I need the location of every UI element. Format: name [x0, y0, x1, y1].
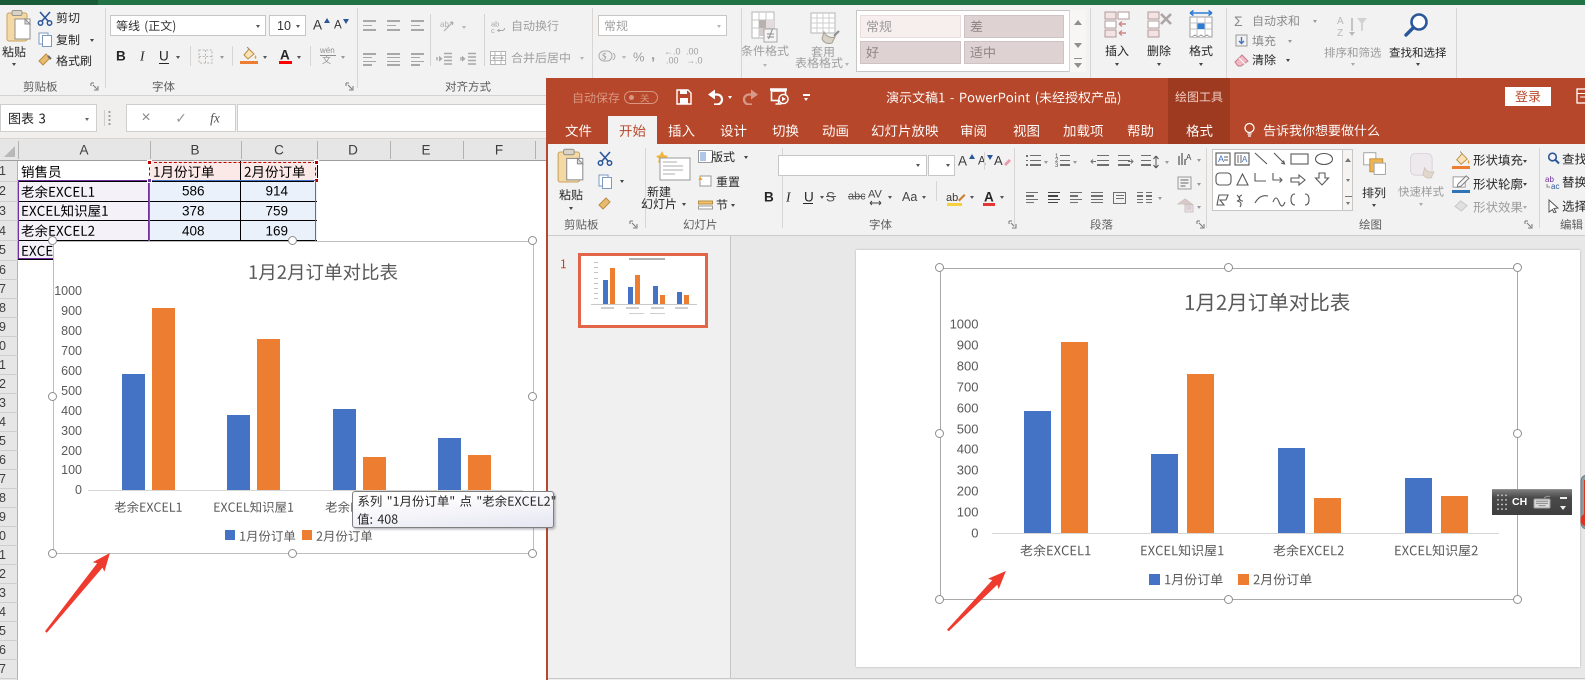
svg-text:$: $ — [602, 52, 607, 62]
svg-text:Z: Z — [1337, 28, 1343, 38]
svg-text:c: c — [491, 26, 495, 33]
svg-text:A: A — [1242, 155, 1248, 164]
svg-text:A: A — [1218, 154, 1224, 164]
svg-text:A: A — [994, 153, 1003, 168]
svg-text:ab: ab — [946, 192, 958, 204]
svg-text:ac: ac — [1551, 182, 1559, 190]
svg-text:A: A — [1186, 153, 1192, 162]
svg-text:A: A — [1337, 16, 1344, 27]
